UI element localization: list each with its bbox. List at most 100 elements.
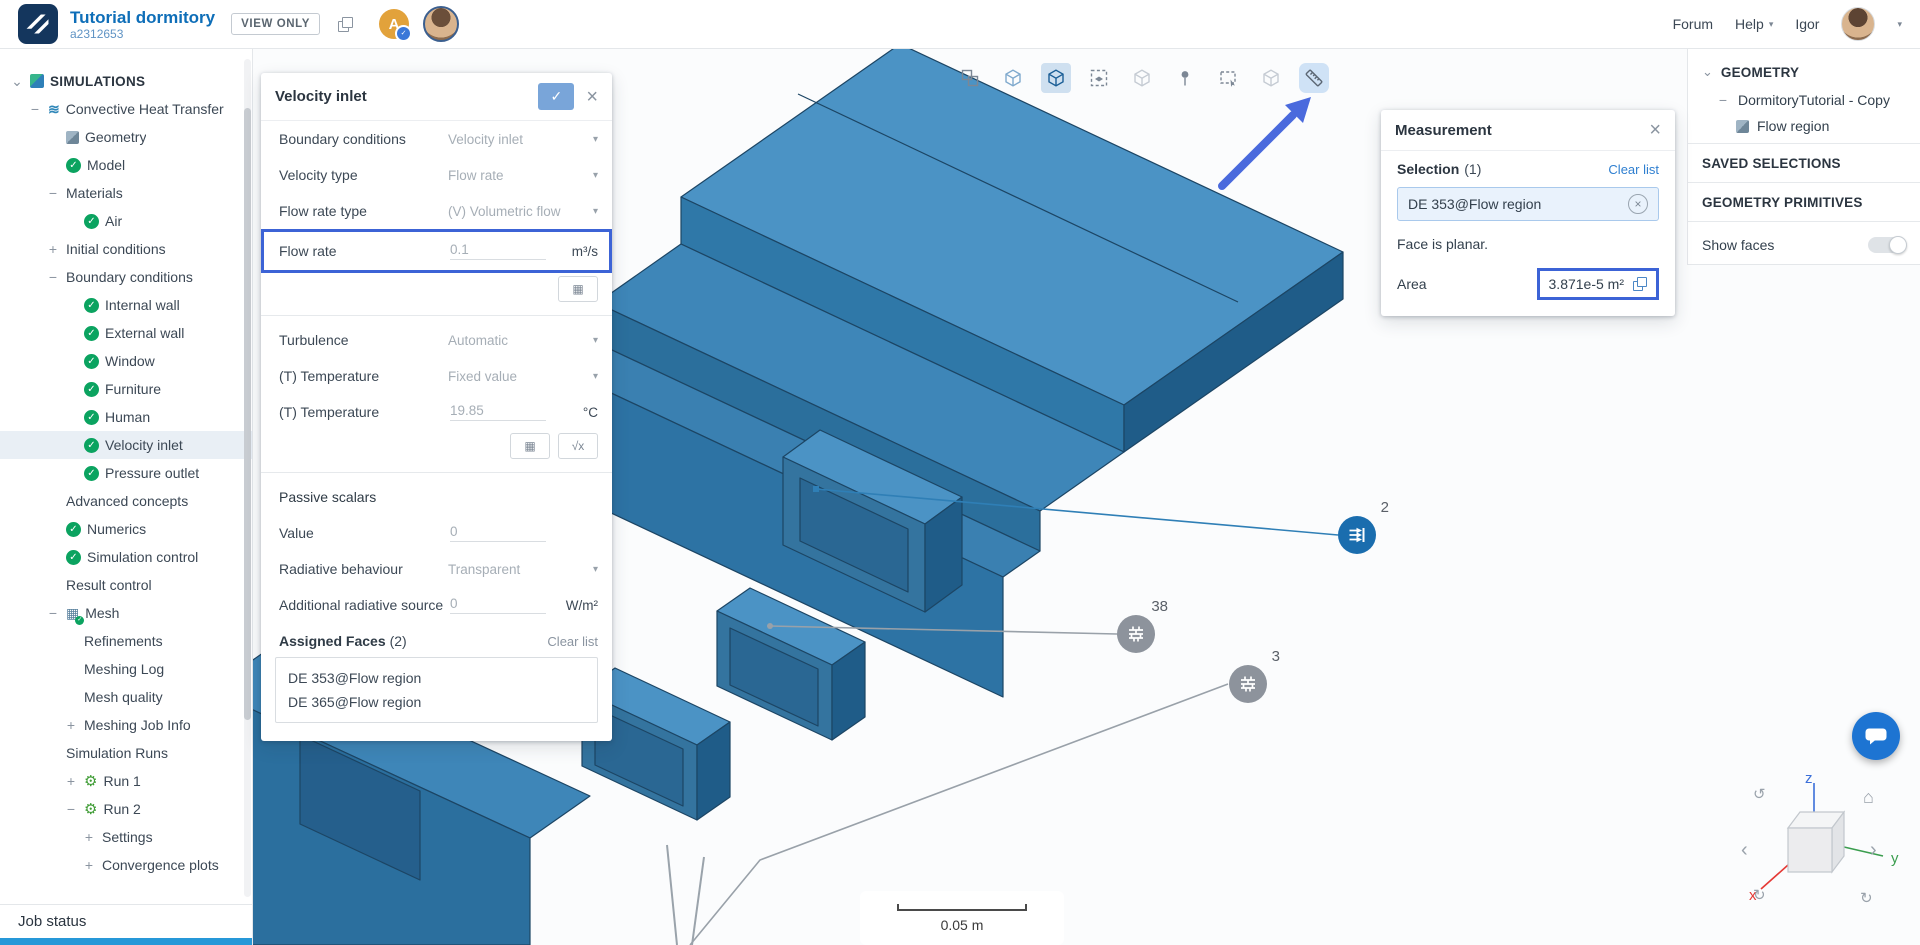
- user-menu-chevron-icon[interactable]: ▾: [1897, 19, 1902, 30]
- selection-chip[interactable]: DE 353@Flow region ×: [1397, 187, 1659, 221]
- owner-avatar[interactable]: A ✓: [379, 9, 413, 42]
- minus-expander-icon[interactable]: −: [46, 185, 60, 201]
- tree-item-result-control[interactable]: Result control: [0, 571, 252, 599]
- tree-item-advanced-concepts[interactable]: Advanced concepts: [0, 487, 252, 515]
- select-volume-icon[interactable]: [1041, 63, 1071, 93]
- close-icon[interactable]: ×: [1649, 120, 1661, 140]
- measure-tool-icon[interactable]: [1299, 63, 1329, 93]
- probe-point-icon[interactable]: [1170, 63, 1200, 93]
- minus-expander-icon[interactable]: −: [1716, 92, 1730, 108]
- chevron-expander-icon[interactable]: ⌄: [10, 73, 24, 90]
- area-value-box[interactable]: 3.871e-5 m²: [1536, 268, 1659, 300]
- select-face-icon[interactable]: [1084, 63, 1114, 93]
- tree-item-materials[interactable]: − Materials: [0, 179, 252, 207]
- plus-expander-icon[interactable]: +: [82, 857, 96, 873]
- simscale-logo-icon[interactable]: [18, 4, 58, 44]
- minus-expander-icon[interactable]: −: [46, 269, 60, 285]
- tree-item-simulation-control[interactable]: ✓ Simulation control: [0, 543, 252, 571]
- tree-item-boundary-conditions[interactable]: − Boundary conditions: [0, 263, 252, 291]
- area-label: Area: [1397, 276, 1427, 292]
- plus-expander-icon[interactable]: +: [82, 829, 96, 845]
- tree-item-run-1[interactable]: + ⚙ Run 1: [0, 767, 252, 795]
- copy-value-icon[interactable]: [1633, 277, 1647, 291]
- turbulence-select[interactable]: Automatic ▾: [448, 333, 598, 348]
- tree-item-meshing-log[interactable]: Meshing Log: [0, 655, 252, 683]
- minus-expander-icon[interactable]: −: [64, 801, 78, 817]
- tree-item-initial-conditions[interactable]: + Initial conditions: [0, 235, 252, 263]
- show-faces-toggle[interactable]: [1868, 236, 1907, 254]
- minus-expander-icon[interactable]: −: [46, 605, 60, 621]
- boundary-conditions-select[interactable]: Velocity inlet ▾: [448, 132, 598, 147]
- support-chat-button[interactable]: [1852, 712, 1900, 760]
- tree-item-convergence-plots[interactable]: + Convergence plots: [0, 851, 252, 879]
- apply-button[interactable]: ✓: [538, 83, 575, 110]
- tree-item-settings[interactable]: + Settings: [0, 823, 252, 851]
- tree-item-geometry[interactable]: Geometry: [0, 123, 252, 151]
- assigned-face-item[interactable]: DE 365@Flow region: [288, 690, 585, 714]
- plus-expander-icon[interactable]: +: [64, 717, 78, 733]
- tree-item-window[interactable]: ✓ Window: [0, 347, 252, 375]
- tree-item-run-2[interactable]: − ⚙ Run 2: [0, 795, 252, 823]
- clear-list-link[interactable]: Clear list: [547, 634, 598, 649]
- plus-expander-icon[interactable]: +: [64, 773, 78, 789]
- tree-item-refinements[interactable]: Refinements: [0, 627, 252, 655]
- geometry-primitives-header[interactable]: GEOMETRY PRIMITIVES: [1688, 187, 1920, 217]
- tree-item-internal-wall[interactable]: ✓ Internal wall: [0, 291, 252, 319]
- job-status-bar[interactable]: Job status: [0, 904, 252, 938]
- tree-item-human[interactable]: ✓ Human: [0, 403, 252, 431]
- sidebar-scrollbar-thumb[interactable]: [244, 108, 251, 720]
- t-temperature-select[interactable]: Fixed value ▾: [448, 369, 598, 384]
- collaborator-avatar[interactable]: [423, 6, 460, 42]
- saved-selections-header[interactable]: SAVED SELECTIONS: [1688, 148, 1920, 178]
- clear-list-link[interactable]: Clear list: [1608, 162, 1659, 177]
- job-progress-strip: [0, 938, 252, 945]
- project-title: Tutorial dormitory: [70, 7, 216, 27]
- geometry-tree-flow-region[interactable]: Flow region: [1688, 113, 1920, 139]
- select-group-icon[interactable]: [955, 63, 985, 93]
- tree-item-convective-heat-transfer[interactable]: − ≋ Convective Heat Transfer: [0, 95, 252, 123]
- remove-selection-icon[interactable]: ×: [1628, 194, 1648, 214]
- flow-rate-input[interactable]: 0.1: [450, 242, 546, 260]
- tree-item-velocity-inlet[interactable]: ✓ Velocity inlet: [0, 431, 252, 459]
- formula-button[interactable]: √x: [558, 433, 598, 459]
- check-icon: ✓: [84, 297, 99, 313]
- wall-marker-38[interactable]: 38: [1117, 598, 1168, 653]
- tree-item-furniture[interactable]: ✓ Furniture: [0, 375, 252, 403]
- help-menu[interactable]: Help ▾: [1735, 16, 1773, 32]
- plus-expander-icon[interactable]: +: [46, 241, 60, 257]
- geometry-tree-root[interactable]: − DormitoryTutorial - Copy: [1688, 87, 1920, 113]
- radiative-behaviour-select[interactable]: Transparent ▾: [448, 562, 598, 577]
- close-icon[interactable]: ×: [586, 87, 598, 107]
- tree-item-numerics[interactable]: ✓ Numerics: [0, 515, 252, 543]
- user-avatar[interactable]: [1841, 7, 1876, 41]
- divider: [261, 472, 612, 473]
- tree-item-simulations[interactable]: ⌄ SIMULATIONS: [0, 67, 252, 95]
- orientation-cube-widget[interactable]: z y x ⌂ ‹ › ↺ ↻ ↻: [1713, 755, 1913, 935]
- box-select-icon[interactable]: [1213, 63, 1243, 93]
- forum-link[interactable]: Forum: [1673, 16, 1713, 32]
- tree-item-air[interactable]: ✓ Air: [0, 207, 252, 235]
- assigned-face-item[interactable]: DE 353@Flow region: [288, 666, 585, 690]
- tree-item-model[interactable]: ✓ Model: [0, 151, 252, 179]
- t-temperature-input[interactable]: 19.85: [450, 403, 546, 421]
- velocity-type-select[interactable]: Flow rate ▾: [448, 168, 598, 183]
- flow-rate-type-select[interactable]: (V) Volumetric flow ▾: [448, 204, 598, 219]
- tree-item-external-wall[interactable]: ✓ External wall: [0, 319, 252, 347]
- value-input[interactable]: 0: [450, 524, 546, 542]
- table-button[interactable]: ▦: [510, 433, 550, 459]
- view-solid-icon[interactable]: [998, 63, 1028, 93]
- table-button[interactable]: ▦: [558, 276, 598, 302]
- tree-item-pressure-outlet[interactable]: ✓ Pressure outlet: [0, 459, 252, 487]
- tree-item-mesh[interactable]: − ▦ ✓ Mesh: [0, 599, 252, 627]
- duplicate-project-icon[interactable]: [338, 16, 354, 32]
- velocity-inlet-marker[interactable]: 2: [1338, 499, 1389, 554]
- wall-marker-3[interactable]: 3: [1229, 648, 1280, 703]
- tree-item-mesh-quality[interactable]: Mesh quality: [0, 683, 252, 711]
- tree-item-meshing-job-info[interactable]: + Meshing Job Info: [0, 711, 252, 739]
- additional-radiative-source-input[interactable]: 0: [450, 596, 546, 614]
- tree-item-simulation-runs[interactable]: Simulation Runs: [0, 739, 252, 767]
- minus-expander-icon[interactable]: −: [28, 101, 42, 117]
- geometry-section-header[interactable]: ⌄ GEOMETRY: [1688, 57, 1920, 87]
- check-icon: ✓: [84, 353, 99, 369]
- assigned-faces-list[interactable]: DE 353@Flow region DE 365@Flow region: [275, 657, 598, 723]
